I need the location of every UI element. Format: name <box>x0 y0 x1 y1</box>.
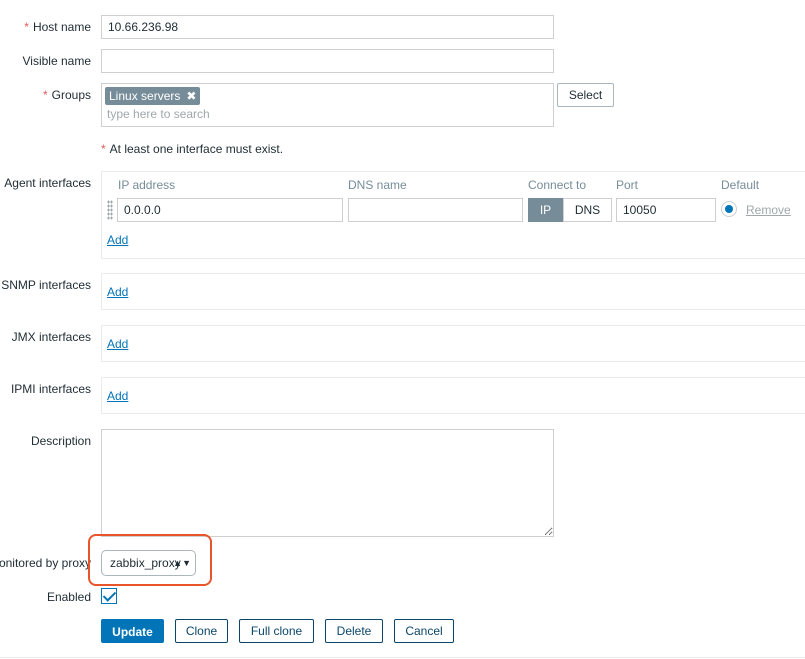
groups-label: * Groups <box>42 88 91 102</box>
form-bottom-divider <box>0 657 805 658</box>
required-mark: * <box>24 20 29 34</box>
agent-dns-input[interactable] <box>348 198 523 222</box>
default-interface-radio[interactable] <box>721 201 737 217</box>
host-name-label: * Host name <box>24 20 91 34</box>
col-port: Port <box>616 178 639 192</box>
col-ip-address: IP address <box>118 178 176 192</box>
ipmi-interfaces-panel <box>101 377 805 414</box>
required-mark: * <box>42 88 48 102</box>
agent-port-input[interactable] <box>616 198 716 222</box>
jmx-interfaces-panel <box>101 325 805 362</box>
snmp-add-link[interactable]: Add <box>107 285 128 299</box>
col-default: Default <box>721 178 760 192</box>
enabled-checkbox[interactable] <box>101 588 117 604</box>
connect-ip-button[interactable]: IP <box>528 198 563 222</box>
delete-button[interactable]: Delete <box>325 619 383 643</box>
full-clone-button[interactable]: Full clone <box>239 619 314 643</box>
enabled-label: Enabled <box>46 590 91 604</box>
ipmi-interfaces-label: IPMI interfaces <box>10 382 91 396</box>
col-connect-to: Connect to <box>528 178 587 192</box>
agent-add-link[interactable]: Add <box>107 233 128 247</box>
jmx-interfaces-label: JMX interfaces <box>11 330 91 344</box>
drag-handle-icon[interactable] <box>107 200 113 220</box>
clone-button[interactable]: Clone <box>175 619 228 643</box>
groups-search-input[interactable]: type here to search <box>107 107 210 121</box>
agent-interfaces-label: Agent interfaces <box>4 176 91 190</box>
group-chip-label: Linux servers <box>109 89 181 103</box>
proxy-label: Monitored by proxy <box>0 556 91 570</box>
interface-notice: * At least one interface must exist. <box>101 142 284 156</box>
groups-multiselect[interactable]: Linux servers ✖ type here to search <box>101 83 554 127</box>
proxy-highlight-box <box>88 534 212 586</box>
ipmi-add-link[interactable]: Add <box>107 389 128 403</box>
remove-chip-icon[interactable]: ✖ <box>186 89 196 103</box>
col-dns-name: DNS name <box>348 178 407 192</box>
snmp-interfaces-panel <box>101 273 805 310</box>
group-chip: Linux servers ✖ <box>105 87 201 105</box>
description-label: Description <box>30 434 91 448</box>
visible-name-input[interactable] <box>101 49 554 73</box>
description-textarea[interactable] <box>101 429 554 537</box>
snmp-interfaces-label: SNMP interfaces <box>1 278 91 292</box>
visible-name-label: Visible name <box>22 54 91 68</box>
update-button[interactable]: Update <box>101 619 164 643</box>
host-name-input[interactable] <box>101 15 554 39</box>
remove-link[interactable]: Remove <box>746 203 791 217</box>
required-mark: * <box>101 142 106 156</box>
jmx-add-link[interactable]: Add <box>107 337 128 351</box>
cancel-button[interactable]: Cancel <box>394 619 454 643</box>
groups-select-button[interactable]: Select <box>557 83 614 107</box>
agent-ip-input[interactable] <box>117 198 343 222</box>
connect-dns-button[interactable]: DNS <box>563 198 612 222</box>
